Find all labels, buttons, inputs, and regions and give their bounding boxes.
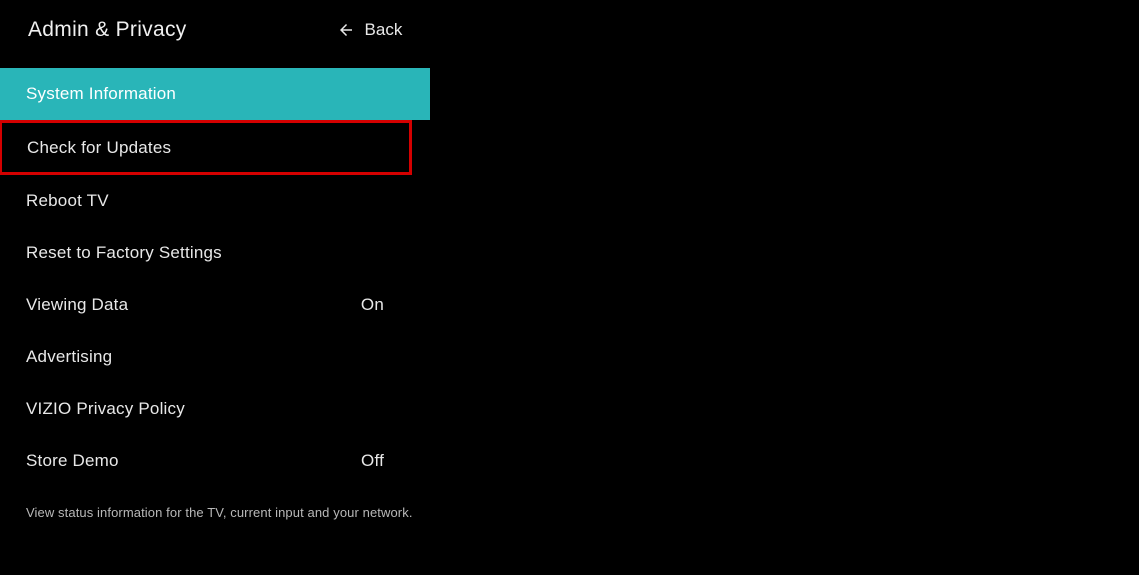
menu-item-value: Off	[361, 451, 384, 471]
menu-item-reset-to-factory-settings[interactable]: Reset to Factory Settings	[0, 227, 430, 279]
page-title: Admin & Privacy	[28, 18, 187, 42]
menu-item-label: System Information	[26, 84, 404, 104]
back-label: Back	[365, 20, 403, 40]
menu-item-store-demo[interactable]: Store DemoOff	[0, 435, 430, 487]
menu-item-label: VIZIO Privacy Policy	[26, 399, 404, 419]
menu-item-label: Reboot TV	[26, 191, 404, 211]
back-button[interactable]: Back	[337, 20, 403, 40]
menu-item-vizio-privacy-policy[interactable]: VIZIO Privacy Policy	[0, 383, 430, 435]
header: Admin & Privacy Back	[0, 0, 1139, 42]
settings-menu: System Information Check for Updates Reboo…	[0, 68, 430, 487]
menu-item-label: Store Demo	[26, 451, 361, 471]
menu-item-reboot-tv[interactable]: Reboot TV	[0, 175, 430, 227]
menu-item-check-for-updates[interactable]: Check for Updates	[0, 120, 412, 175]
menu-item-label: Reset to Factory Settings	[26, 243, 404, 263]
menu-item-viewing-data[interactable]: Viewing DataOn	[0, 279, 430, 331]
menu-item-label: Viewing Data	[26, 295, 361, 315]
menu-item-system-information[interactable]: System Information	[0, 68, 430, 120]
back-arrow-icon	[337, 21, 355, 39]
description-text: View status information for the TV, curr…	[0, 505, 1139, 520]
menu-item-label: Check for Updates	[27, 138, 383, 158]
menu-item-advertising[interactable]: Advertising	[0, 331, 430, 383]
menu-item-label: Advertising	[26, 347, 404, 367]
menu-item-value: On	[361, 295, 384, 315]
